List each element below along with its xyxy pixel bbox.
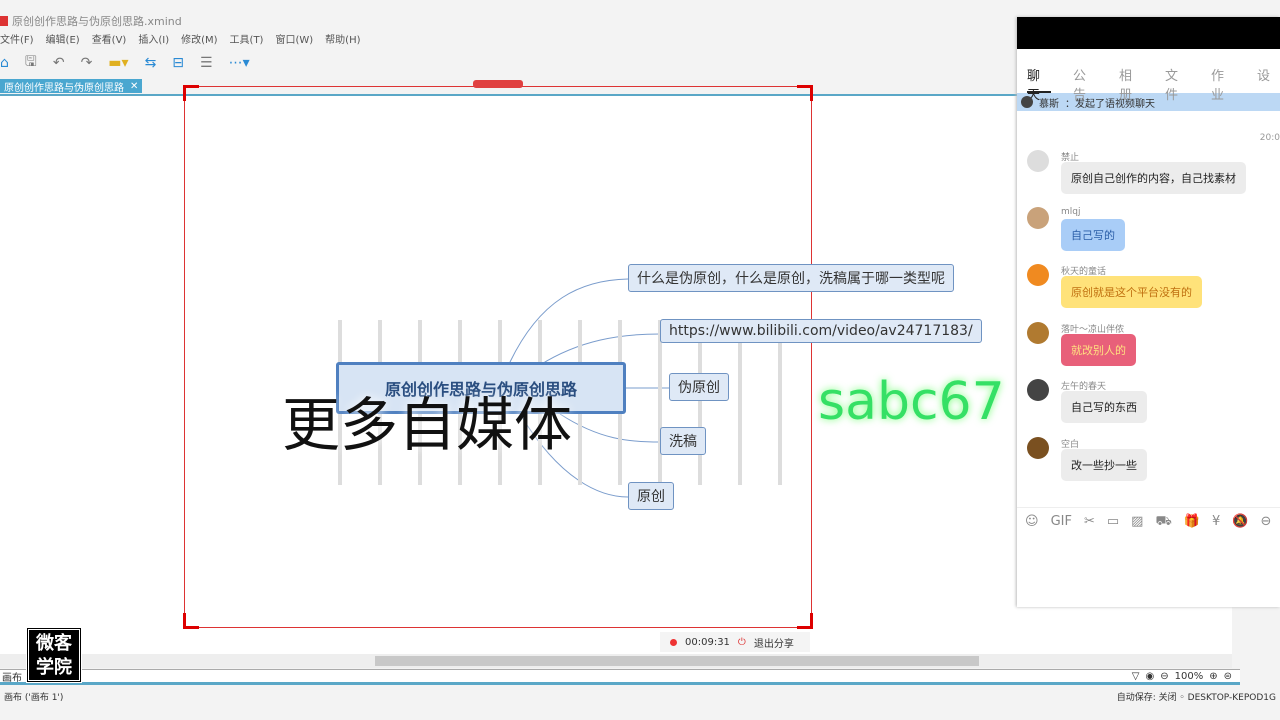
weike-logo: 微客 学院 [26,627,82,683]
notice-user: 慕斯 [1039,98,1059,110]
autosave-status: 自动保存: 关闭 [1116,693,1177,703]
chat-header [1017,17,1280,49]
tab-chat[interactable]: 聊天 [1027,65,1051,103]
share-region-frame [183,85,813,629]
folder-icon[interactable]: ▭ [1107,514,1119,531]
topic-rewrite[interactable]: 洗稿 [660,427,706,455]
message-bubble: 原创自己创作的内容，自己找素材 [1061,162,1246,194]
watermark-text: 更多自媒体 [282,391,573,459]
recording-bar: 00:09:31 ⏻ 退出分享 [660,632,810,652]
tab-files[interactable]: 文件 [1165,65,1189,103]
share-handle[interactable] [473,80,523,88]
logo-text: 学院 [36,657,72,678]
tab-homework[interactable]: 作业 [1211,65,1235,103]
sheet-info: 画布 ('画布 1') [4,693,64,703]
recording-icon [670,638,677,646]
message-time: 20:0 [1259,133,1280,143]
logo-text: 微客 [36,633,72,654]
stop-share-button[interactable]: 退出分享 [754,635,794,650]
gif-icon[interactable]: GIF [1051,514,1072,531]
zoom-in-icon[interactable]: ⊕ [1209,671,1217,682]
avatar [1027,437,1049,459]
topic-pseudo-original[interactable]: 伪原创 [669,373,729,401]
chat-tabs: 聊天 公告 相册 文件 作业设 [1017,49,1280,103]
power-icon: ⏻ [737,636,746,648]
image-icon[interactable]: ▨ [1131,514,1143,531]
more-icon[interactable]: ⊖ [1260,514,1271,531]
avatar [1021,96,1033,108]
call-notice[interactable]: 慕斯 ：发起了语视频聊天 [1017,93,1280,111]
avatar [1027,264,1049,286]
watermark-id: sabc67 [818,372,1005,432]
tab-settings[interactable]: 设 [1257,65,1270,93]
zoom-level: 100% [1174,671,1204,682]
status-bar: 画布 1 ▽ ◉ ⊖ 100% ⊕ ⊜ [0,669,1240,685]
bottom-status: 画布 ('画布 1') 自动保存: 关闭 ◦ DESKTOP-KEPOD1G [0,690,1280,704]
gift-icon[interactable]: 🎁 [1184,514,1200,531]
zoom-out-icon[interactable]: ⊖ [1160,671,1168,682]
message-bubble: 自己写的 [1061,219,1125,251]
fit-icon[interactable]: ⊜ [1224,671,1232,682]
avatar [1027,379,1049,401]
emoji-icon[interactable]: ☺ [1025,514,1039,531]
chat-toolbar: ☺ GIF ✂ ▭ ▨ ⛟ 🎁 ¥ 🔕 ⊖ [1017,507,1280,531]
tab-announcement[interactable]: 公告 [1073,65,1097,103]
topic-link[interactable]: https://www.bilibili.com/video/av2471718… [660,319,982,343]
computer-name: DESKTOP-KEPOD1G [1187,693,1276,703]
scrollbar-thumb[interactable] [375,656,979,666]
mute-icon[interactable]: 🔕 [1232,514,1248,531]
sender-name: mlqj [1061,207,1081,217]
avatar [1027,322,1049,344]
tab-album[interactable]: 相册 [1119,65,1143,103]
screenshot-icon[interactable]: ✂ [1084,514,1095,531]
message-bubble: 自己写的东西 [1061,391,1147,423]
red-packet-icon[interactable]: ¥ [1212,514,1220,531]
avatar [1027,150,1049,172]
filter-icon[interactable]: ▽ [1132,671,1140,682]
chat-panel: 聊天 公告 相册 文件 作业设 慕斯 ：发起了语视频聊天 20:0 禁止 原创自己创作的内容… [1017,17,1280,607]
eye-icon[interactable]: ◉ [1146,671,1155,682]
avatar [1027,207,1049,229]
message-bubble: 原创就是这个平台没有的 [1061,276,1202,308]
message-bubble: 改一些抄一些 [1061,449,1147,481]
bag-icon[interactable]: ⛟ [1155,514,1171,531]
topic-original[interactable]: 原创 [628,482,674,510]
notice-text: ：发起了语视频聊天 [1065,98,1155,110]
recording-time: 00:09:31 [685,636,730,648]
message-bubble: 就改别人的 [1061,334,1136,366]
topic-question[interactable]: 什么是伪原创，什么是原创，洗稿属于哪一类型呢 [628,264,954,292]
